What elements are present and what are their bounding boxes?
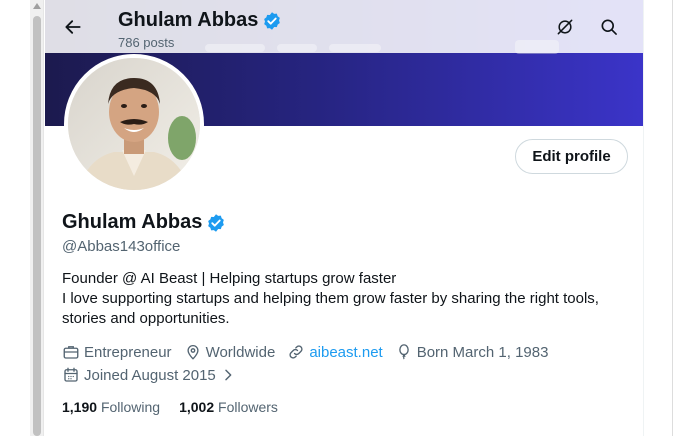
followers-count: 1,002 [179,399,215,415]
grok-button[interactable] [550,12,580,42]
joined-text: Joined August 2015 [84,366,216,384]
profile-column: Ghulam Abbas 786 posts Edit profile Ghul… [45,0,644,436]
location-text: Worldwide [205,343,276,361]
back-arrow-icon [65,20,81,34]
followers-label: Followers [218,399,278,415]
profile-handle: @Abbas143office [62,238,181,255]
briefcase-icon [63,346,79,359]
website-link[interactable]: aibeast.net [309,344,382,361]
edit-profile-button[interactable]: Edit profile [515,139,628,174]
location-pin-icon [187,345,199,360]
birthday-text: Born March 1, 1983 [416,343,549,361]
header-title: Ghulam Abbas [118,9,282,32]
bio-line: Founder @ AI Beast | Helping startups gr… [62,270,397,287]
verified-badge-icon[interactable] [206,213,226,233]
following-link[interactable]: 1,190 Following [62,399,160,415]
profile-photo [68,58,200,190]
calendar-icon [64,367,78,382]
birthday-item: Born March 1, 1983 [395,343,549,361]
balloon-icon [398,344,409,360]
post-count: 786 posts [118,35,175,50]
bio-line: I love supporting startups and helping t… [62,290,599,307]
header-name: Ghulam Abbas [118,9,259,31]
profile-bio: Founder @ AI Beast | Helping startups gr… [62,269,632,329]
scrollbar-thumb[interactable] [33,16,41,436]
profile-joined-row[interactable]: Joined August 2015 [62,365,248,385]
back-button[interactable] [57,11,89,43]
scroll-up-arrow-icon[interactable] [33,3,41,9]
profile-name-row: Ghulam Abbas [62,211,226,234]
divider [672,0,673,436]
profile-meta-row: Entrepreneur Worldwide aibeast.net Born … [62,342,560,362]
follow-stats: 1,190 Following 1,002 Followers [62,399,278,415]
location-item: Worldwide [184,343,276,361]
link-icon [289,345,303,359]
profession-text: Entrepreneur [84,343,172,361]
profile-name: Ghulam Abbas [62,211,203,233]
profession-item: Entrepreneur [62,343,172,361]
search-icon [601,19,617,35]
search-button[interactable] [594,12,624,42]
bio-line: stories and opportunities. [62,310,230,327]
joined-item[interactable]: Joined August 2015 [62,366,236,384]
scrollbar[interactable] [30,0,44,436]
following-label: Following [100,399,161,415]
verified-badge-icon [264,11,281,30]
chevron-right-icon [225,369,232,381]
avatar[interactable] [64,54,204,194]
followers-link[interactable]: 1,002 Followers [179,399,278,415]
grok-icon [557,19,573,35]
website-item[interactable]: aibeast.net [287,343,383,361]
following-count: 1,190 [62,399,98,415]
profile-header-bar: Ghulam Abbas 786 posts [45,0,643,53]
